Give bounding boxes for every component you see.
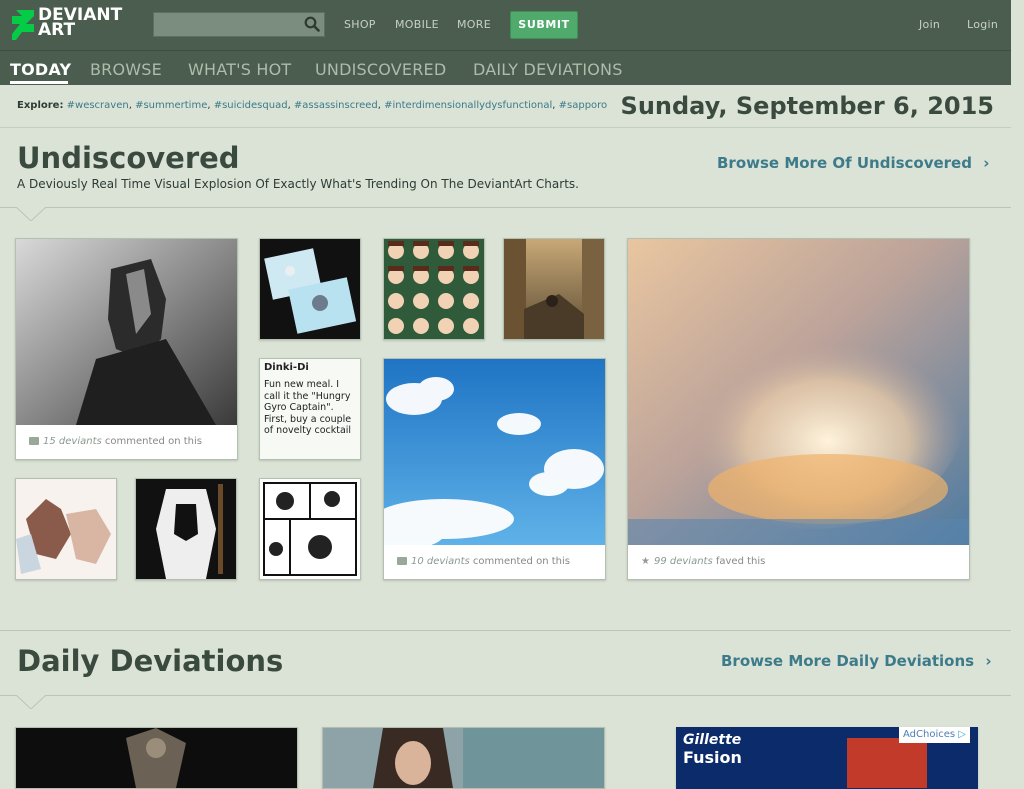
explore-tags: Explore: #wescraven, #summertime, #suici… — [17, 100, 608, 111]
nav-shop[interactable]: SHOP — [344, 18, 376, 31]
submit-button[interactable]: SUBMIT — [510, 11, 578, 39]
ad-choices-label: AdChoices — [903, 729, 956, 740]
top-header: DEVIANT ART SHOP MOBILE MORE SUBMIT Join… — [0, 0, 1011, 50]
tab-whats-hot[interactable]: WHAT'S HOT — [188, 60, 291, 79]
literature-excerpt: Fun new meal. I call it the "Hungry Gyro… — [264, 379, 352, 436]
deviation-thumbnail — [16, 728, 297, 788]
explore-tag[interactable]: #summertime — [135, 100, 207, 111]
browse-more-daily-label: Browse More Daily Deviations — [721, 652, 975, 670]
daily-deviation-card[interactable] — [322, 727, 605, 789]
deviation-thumbnail — [384, 359, 605, 545]
main-tabs: TODAY BROWSE WHAT'S HOT UNDISCOVERED DAI… — [0, 50, 1011, 86]
logo-wordmark: DEVIANT ART — [38, 7, 122, 40]
deviation-card-literature[interactable]: Dinki-Di Fun new meal. I call it the "Hu… — [259, 358, 361, 460]
search-icon[interactable] — [304, 16, 320, 32]
literature-title: Dinki-Di — [264, 362, 309, 373]
search-input[interactable] — [154, 13, 306, 36]
comment-suffix: commented on this — [101, 436, 202, 447]
tab-undiscovered[interactable]: UNDISCOVERED — [315, 60, 446, 79]
deviation-thumbnail — [260, 239, 360, 339]
chevron-right-icon: › — [983, 154, 990, 172]
deviation-thumbnail — [323, 728, 604, 788]
card-footer: 10 deviants commented on this — [384, 545, 605, 579]
deviation-thumbnail — [384, 239, 484, 339]
join-link[interactable]: Join — [919, 18, 940, 31]
explore-label: Explore: — [17, 100, 64, 111]
deviation-card-hooded-figure[interactable] — [135, 478, 237, 580]
deviation-card-dark-knight[interactable]: 15 deviants commented on this — [15, 238, 238, 460]
comment-count[interactable]: 10 deviants — [411, 556, 470, 567]
comment-icon — [397, 557, 407, 565]
nav-mobile[interactable]: MOBILE — [395, 18, 439, 31]
deviation-thumbnail — [260, 479, 360, 579]
ad-choices-icon: ▷ — [958, 729, 966, 740]
deviantart-logo-icon — [12, 10, 34, 40]
chevron-right-icon: › — [985, 652, 992, 670]
deviation-thumbnail — [628, 239, 969, 545]
ad-graphic — [847, 738, 927, 788]
star-icon: ★ — [641, 556, 650, 567]
comment-suffix: commented on this — [469, 556, 570, 567]
deviation-card-animal-sketch[interactable] — [15, 478, 117, 580]
fave-count[interactable]: 99 deviants — [654, 556, 713, 567]
deviation-card-character-grid[interactable] — [383, 238, 485, 340]
login-link[interactable]: Login — [967, 18, 998, 31]
section-divider — [0, 695, 1011, 696]
logo-line-2: ART — [38, 20, 76, 40]
explore-tag[interactable]: #suicidesquad — [214, 100, 288, 111]
comment-count[interactable]: 15 deviants — [43, 436, 102, 447]
section-notch — [16, 207, 46, 221]
browse-more-daily-deviations-link[interactable]: Browse More Daily Deviations › — [721, 652, 992, 670]
section-divider — [0, 207, 1011, 208]
card-footer: 15 deviants commented on this — [16, 425, 237, 459]
tab-browse[interactable]: BROWSE — [90, 60, 162, 79]
card-footer: ★ 99 deviants faved this — [628, 545, 969, 579]
explore-tag[interactable]: #interdimensionallydysfunctional — [384, 100, 552, 111]
deviation-card-clouds[interactable]: ★ 99 deviants faved this — [627, 238, 970, 580]
ad-brand-line-1: Gillette — [683, 732, 742, 748]
daily-deviations-title: Daily Deviations — [17, 644, 284, 678]
deviation-card-totoro[interactable] — [259, 238, 361, 340]
tab-daily-deviations[interactable]: DAILY DEVIATIONS — [473, 60, 623, 79]
deviation-card-street-scene[interactable] — [503, 238, 605, 340]
browse-more-undiscovered-label: Browse More Of Undiscovered — [717, 154, 972, 172]
nav-more[interactable]: MORE — [457, 18, 491, 31]
ad-choices-badge[interactable]: AdChoices ▷ — [899, 727, 970, 743]
section-notch — [16, 695, 46, 709]
deviation-thumbnail — [136, 479, 236, 579]
deviation-card-blue-sky[interactable]: 10 deviants commented on this — [383, 358, 606, 580]
active-tab-indicator — [10, 81, 68, 84]
comment-icon — [29, 437, 39, 445]
search-box[interactable] — [153, 12, 325, 37]
fave-suffix: faved this — [712, 556, 766, 567]
explore-tag[interactable]: #assassinscreed — [294, 100, 378, 111]
tab-today[interactable]: TODAY — [10, 60, 71, 79]
daily-deviation-card[interactable] — [15, 727, 298, 789]
page-date: Sunday, September 6, 2015 — [620, 92, 994, 120]
deviation-thumbnail — [16, 479, 116, 579]
browse-more-undiscovered-link[interactable]: Browse More Of Undiscovered › — [717, 154, 989, 172]
explore-tag[interactable]: #wescraven — [67, 100, 129, 111]
explore-bar: Explore: #wescraven, #summertime, #suici… — [0, 85, 1011, 128]
deviantart-logo[interactable]: DEVIANT ART — [12, 7, 132, 42]
deviation-card-manga[interactable] — [259, 478, 361, 580]
ad-brand-line-2: Fusion — [683, 748, 742, 767]
undiscovered-title: Undiscovered — [17, 141, 240, 175]
undiscovered-subtitle: A Deviously Real Time Visual Explosion O… — [17, 177, 579, 191]
deviation-thumbnail — [16, 239, 237, 425]
section-top-divider — [0, 630, 1011, 631]
deviation-thumbnail — [504, 239, 604, 339]
explore-tag[interactable]: #sapporo — [559, 100, 608, 111]
